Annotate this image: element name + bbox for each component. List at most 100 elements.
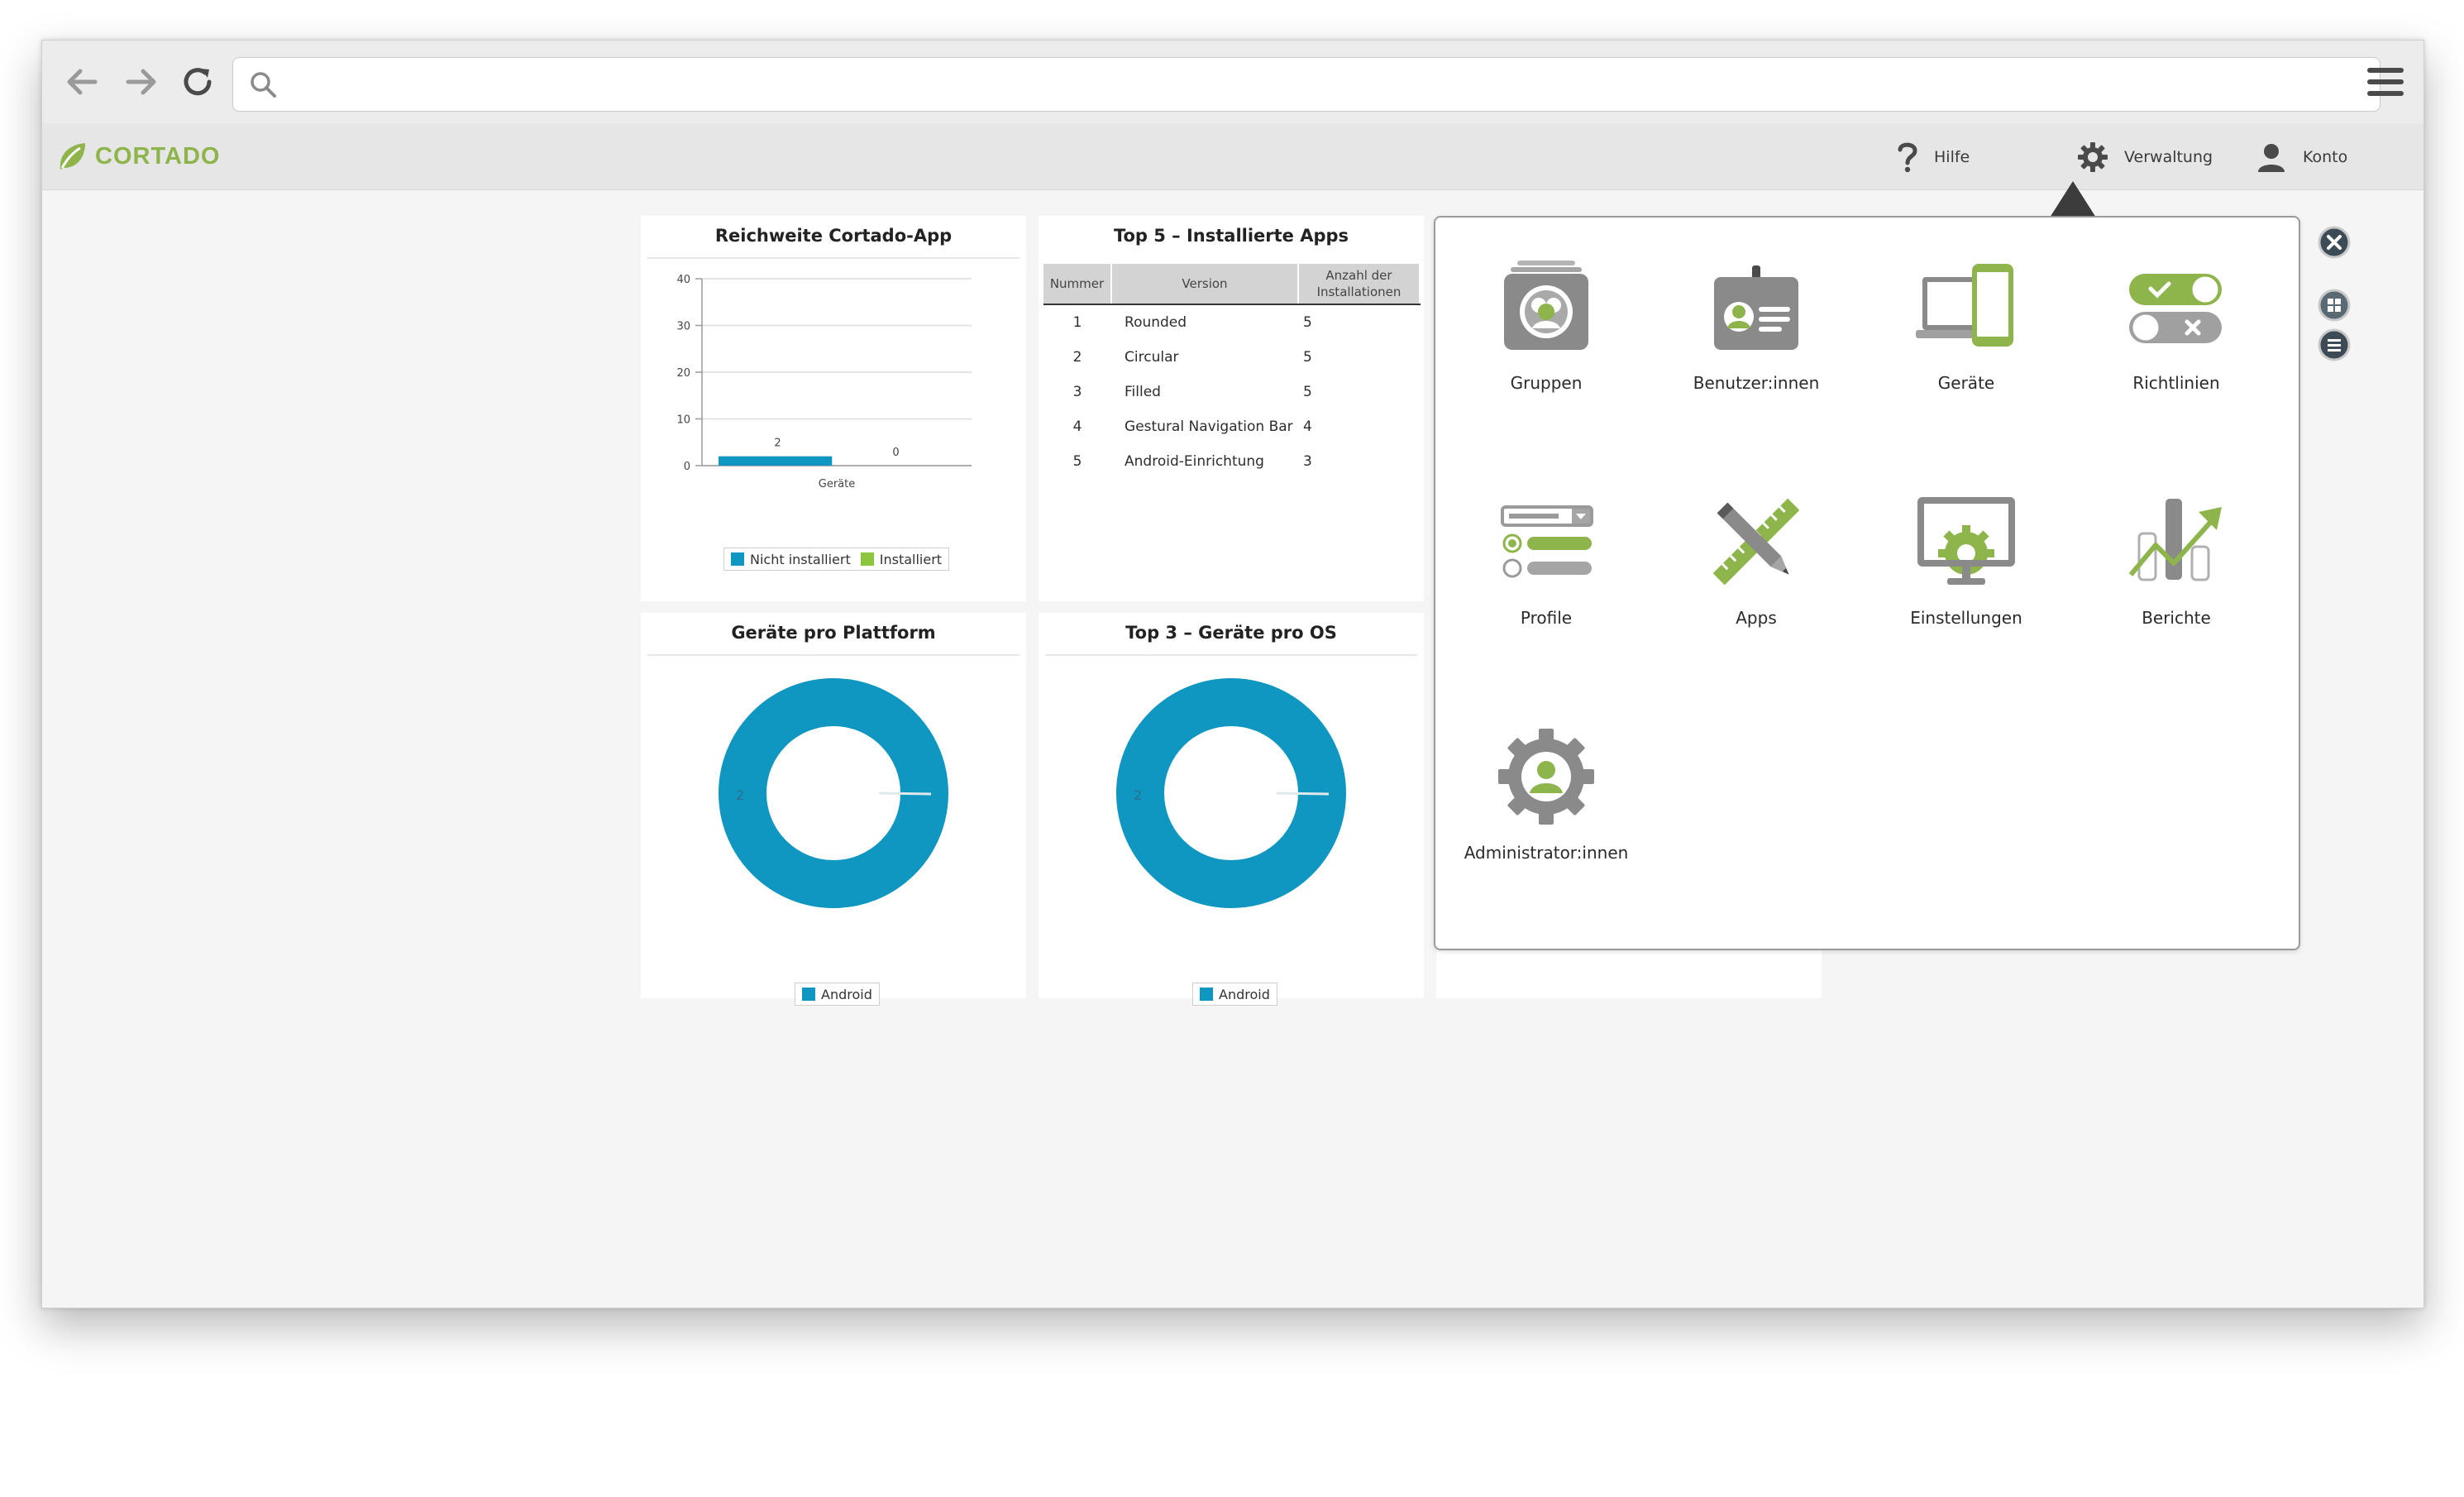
tile-platform-title: Geräte pro Plattform (731, 623, 936, 643)
tile-separator (647, 654, 1020, 656)
devices-icon (1916, 264, 2013, 347)
url-input[interactable] (291, 66, 2361, 103)
tile-separator (1045, 654, 1417, 656)
platform-legend: Android (795, 983, 880, 1006)
admin-item-reports[interactable]: Berichte (2077, 492, 2275, 658)
browser-menu-button[interactable] (2366, 65, 2405, 98)
admin-label: Verwaltung (2124, 148, 2213, 166)
groups-icon (1504, 261, 1588, 350)
y-tick-label: 0 (684, 461, 690, 473)
row-count: 3 (1302, 453, 1312, 470)
table-row[interactable]: 2 Circular 5 (1043, 340, 1420, 375)
table-row[interactable]: 4 Gestural Navigation Bar 4 (1043, 409, 1420, 444)
row-version: Gestural Navigation Bar (1125, 418, 1293, 435)
table-header-row: Nummer Version Anzahl der Installationen (1043, 264, 1421, 305)
tile-os: Top 3 – Geräte pro OS 2 Android (1039, 613, 1424, 1006)
toggles-icon (2129, 274, 2222, 343)
cortado-logo[interactable]: CORTADO (54, 136, 220, 176)
help-label: Hilfe (1934, 148, 1970, 166)
admin-item-administrators[interactable]: Administrator:innen (1447, 727, 1645, 892)
admin-gear-user-icon (1498, 729, 1594, 825)
admin-item-settings[interactable]: Einstellungen (1867, 492, 2065, 658)
reload-button[interactable] (178, 62, 217, 102)
tile-os-title: Top 3 – Geräte pro OS (1125, 623, 1337, 643)
admin-item-users[interactable]: Benutzer:innen (1657, 257, 1855, 423)
tile-reach-title: Reichweite Cortado-App (714, 226, 953, 246)
arrow-right-icon (126, 69, 156, 95)
bar-value-label: 2 (774, 438, 781, 450)
table-row[interactable]: 5 Android-Einrichtung 3 (1043, 444, 1420, 479)
legend-swatch-installed (860, 552, 874, 566)
legend-swatch-android (802, 988, 815, 1001)
legend-swatch-android (1200, 988, 1213, 1001)
reload-icon (184, 68, 212, 96)
forward-button[interactable] (122, 62, 161, 102)
row-number: 1 (1072, 314, 1082, 331)
report-chart-icon (2128, 499, 2222, 581)
row-number: 2 (1072, 349, 1082, 366)
row-number: 3 (1072, 384, 1082, 400)
tile-top-apps: Top 5 – Installierte Apps Nummer Version… (1039, 216, 1424, 601)
tile-top-apps-title: Top 5 – Installierte Apps (1113, 226, 1349, 246)
legend-android: Android (821, 986, 872, 1002)
admin-item-label: Benutzer:innen (1693, 373, 1820, 393)
back-button[interactable] (62, 62, 102, 102)
admin-item-label: Administrator:innen (1464, 843, 1629, 863)
col-installs[interactable]: Anzahl der Installationen (1297, 264, 1421, 305)
question-icon (1898, 142, 1917, 173)
tile-separator (647, 257, 1020, 259)
monitor-gear-icon (1917, 497, 2015, 585)
x-tick-label: Geräte (819, 478, 855, 490)
table-row[interactable]: 3 Filled 5 (1043, 375, 1420, 409)
arrow-left-icon (67, 69, 98, 95)
admin-item-policies[interactable]: Richtlinien (2077, 257, 2275, 423)
legend-not-installed: Nicht installiert (750, 551, 851, 567)
donut-value-label: 2 (1134, 787, 1142, 803)
address-bar[interactable] (232, 57, 2380, 112)
admin-item-label: Einstellungen (1910, 608, 2022, 628)
bar-value-label: 0 (892, 447, 899, 459)
admin-item-apps[interactable]: Apps (1657, 492, 1855, 658)
admin-item-devices[interactable]: Geräte (1867, 257, 2065, 423)
admin-item-label: Gruppen (1510, 373, 1583, 393)
close-panel-button[interactable] (2318, 226, 2351, 259)
reach-bar-chart: 010203040Geräte20 (676, 274, 972, 490)
y-tick-label: 30 (676, 321, 690, 333)
grid-view-button[interactable] (2318, 289, 2351, 322)
admin-panel-pointer (2050, 181, 2096, 218)
row-version: Rounded (1125, 314, 1187, 331)
y-tick-label: 40 (676, 274, 690, 286)
y-tick-label: 20 (676, 367, 690, 380)
top-apps-table: Nummer Version Anzahl der Installationen… (1043, 264, 1421, 479)
tile-platform: Geräte pro Plattform 2 Android (641, 613, 1026, 1006)
search-icon (251, 72, 276, 98)
bar-nicht-installiert (719, 456, 833, 466)
row-number: 4 (1072, 418, 1082, 435)
row-version: Filled (1125, 384, 1161, 400)
legend-swatch-not-installed (731, 552, 744, 566)
admin-item-profiles[interactable]: Profile (1447, 492, 1645, 658)
help-menu[interactable]: Hilfe (1896, 138, 1970, 176)
col-number[interactable]: Nummer (1043, 264, 1113, 305)
admin-item-groups[interactable]: Gruppen (1447, 257, 1645, 423)
list-view-button[interactable] (2318, 328, 2351, 361)
row-number: 5 (1072, 453, 1082, 470)
os-donut-chart: 2 (1116, 678, 1346, 908)
row-version: Circular (1125, 349, 1179, 366)
row-version: Android-Einrichtung (1125, 453, 1264, 470)
user-icon (2258, 144, 2285, 172)
admin-item-label: Geräte (1937, 373, 1995, 393)
reach-legend: Nicht installiert Installiert (723, 548, 950, 571)
account-menu[interactable]: Konto (2255, 138, 2347, 176)
ruler-pencil-icon (1712, 498, 1800, 586)
browser-toolbar (42, 41, 2423, 124)
admin-item-label: Richtlinien (2132, 373, 2220, 393)
table-row[interactable]: 1 Rounded 5 (1043, 304, 1420, 340)
col-version[interactable]: Version (1111, 264, 1299, 305)
admin-menu[interactable]: Verwaltung (2076, 138, 2213, 176)
admin-item-label: Berichte (2142, 608, 2211, 628)
hamburger-icon (2367, 68, 2404, 96)
admin-panel: Gruppen Benutzer:innen Geräte Richtlinie… (1434, 216, 2300, 950)
list-icon (2318, 328, 2351, 361)
platform-donut-chart: 2 (719, 678, 948, 908)
